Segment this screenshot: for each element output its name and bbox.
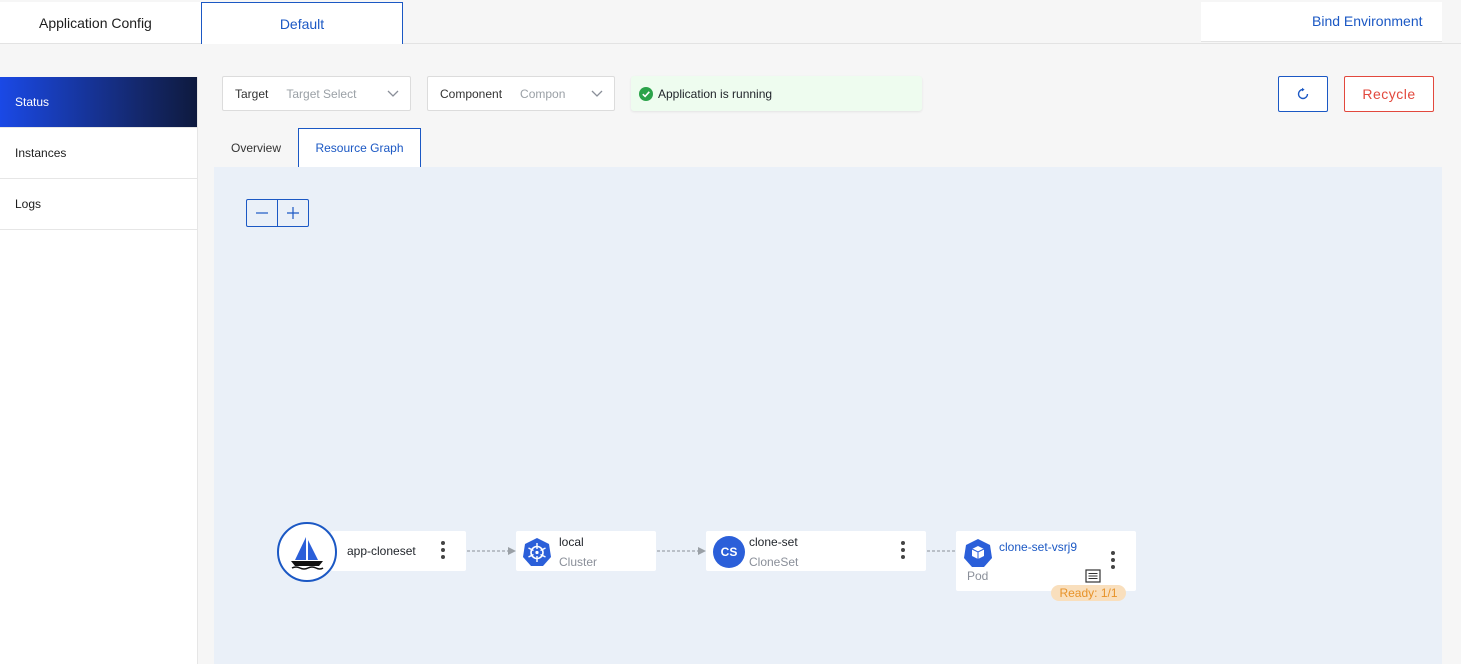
tab-overview[interactable]: Overview [214,128,298,167]
chevron-down-icon [591,90,603,97]
tab-resource-graph[interactable]: Resource Graph [298,128,421,167]
app-node-icon[interactable] [277,522,337,582]
log-document-icon[interactable] [1085,569,1101,583]
kubernetes-icon [523,538,551,566]
node-menu-icon[interactable] [440,541,446,561]
component-select[interactable]: Component Compon [427,76,615,111]
sidebar-item-label: Status [15,95,50,109]
node-name: app-cloneset [347,544,416,558]
target-select[interactable]: Target Target Select [222,76,411,111]
target-select-label: Target [235,86,269,101]
env-tab-default[interactable]: Default [201,2,403,44]
sidebar-item-instances[interactable]: Instances [0,128,197,179]
component-select-label: Component [440,86,503,101]
target-select-placeholder: Target Select [286,86,357,101]
graph-node-cloneset[interactable]: CS clone-set CloneSet [706,531,926,571]
refresh-button[interactable] [1278,76,1328,112]
sidebar-item-logs[interactable]: Logs [0,179,197,230]
sailboat-icon [291,537,324,570]
graph-node-cluster[interactable]: local Cluster [516,531,656,571]
bind-environment-link[interactable]: Bind Environment [1312,13,1423,29]
plus-icon [286,207,299,219]
app-status-text: Application is running [658,86,773,101]
chevron-down-icon [387,90,399,97]
cloneset-badge: CS [713,536,745,568]
sidebar-item-label: Instances [15,146,67,160]
pod-ready-badge: Ready: 1/1 [1051,585,1126,601]
zoom-out-button[interactable] [247,200,278,226]
zoom-controls [246,199,309,227]
node-menu-icon[interactable] [900,541,906,561]
pod-name-link[interactable]: clone-set-vsrj9 [999,540,1077,554]
check-circle-icon [639,86,653,101]
node-kind: CloneSet [749,555,799,569]
top-bar: Application Config Default Bind Environm… [0,0,1461,44]
sidebar-item-label: Logs [15,197,42,211]
app-config-title: Application Config [39,15,152,31]
sidebar-item-status[interactable]: Status [0,77,197,128]
refresh-icon [1297,87,1309,100]
node-name: local [559,535,584,549]
component-select-placeholder: Compon [520,86,566,101]
node-name: clone-set [749,535,798,549]
app-status-banner: Application is running [631,76,922,111]
sidebar: Status Instances Logs [0,77,198,664]
node-kind: Pod [967,569,989,583]
graph-node-pod[interactable]: clone-set-vsrj9 Pod [956,531,1136,591]
graph-node-app[interactable]: app-cloneset [331,531,466,571]
node-kind: Cluster [559,555,598,569]
zoom-in-button[interactable] [278,200,308,226]
node-menu-icon[interactable] [1110,551,1116,571]
resource-graph-canvas[interactable] [214,167,1442,664]
recycle-button[interactable]: Recycle [1344,76,1434,112]
minus-icon [255,212,268,214]
pod-icon [964,539,992,567]
